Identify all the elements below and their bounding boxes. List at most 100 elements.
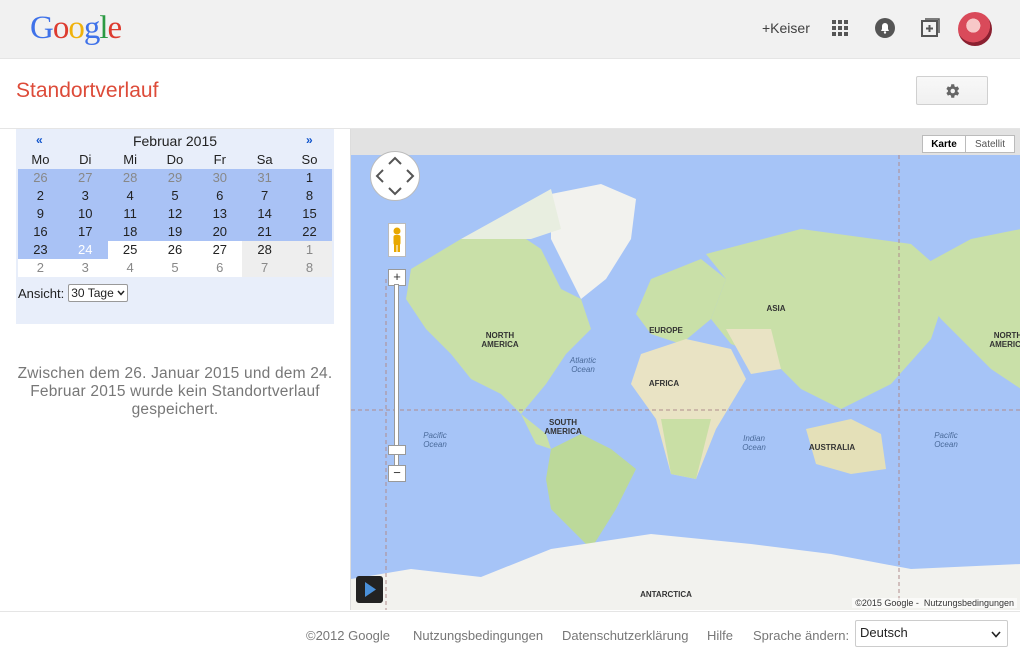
calendar-day[interactable]: 3 (63, 187, 108, 205)
play-button[interactable] (356, 576, 383, 603)
calendar-grid: Mo Di Mi Do Fr Sa So 26 27 28 29 30 31 1… (18, 151, 332, 277)
label-north-america: NORTH AMERICA (481, 331, 519, 349)
calendar-day[interactable]: 7 (242, 187, 287, 205)
calendar-day[interactable]: 26 (152, 241, 198, 259)
footer-privacy-link[interactable]: Datenschutzerklärung (562, 628, 688, 643)
logo-letter: o (52, 10, 69, 46)
calendar-day[interactable]: 16 (18, 223, 63, 241)
weekday-label: So (301, 152, 318, 167)
calendar-day[interactable]: 6 (197, 187, 242, 205)
calendar-day[interactable]: 20 (197, 223, 242, 241)
calendar-week-row: 9 10 11 12 13 14 15 (18, 205, 332, 223)
pan-arrows-icon (375, 156, 415, 196)
calendar-day[interactable]: 4 (107, 259, 153, 277)
label-pacific-ocean-left: Pacific Ocean (423, 431, 447, 449)
calendar-day[interactable]: 2 (18, 259, 63, 277)
logo-letter: G (30, 10, 54, 46)
notifications-bell-icon[interactable] (873, 16, 897, 40)
logo-letter: e (107, 10, 123, 46)
calendar-day[interactable]: 25 (107, 241, 153, 259)
label-europe: EUROPE (649, 326, 683, 335)
footer-help-link[interactable]: Hilfe (707, 628, 733, 643)
footer-copyright: ©2012 Google (306, 628, 391, 643)
language-select[interactable]: Deutsch (855, 620, 1008, 647)
view-range-value: 30 Tage (71, 286, 114, 300)
avatar[interactable] (958, 12, 992, 46)
map-copyright: ©2015 Google - (855, 598, 919, 608)
no-history-message: Zwischen dem 26. Januar 2015 und dem 24.… (17, 365, 333, 418)
map-terms-link[interactable]: Nutzungsbedingungen (924, 598, 1014, 608)
view-range-select[interactable]: 30 Tage (68, 284, 128, 302)
calendar-day[interactable]: 17 (63, 223, 108, 241)
calendar-day[interactable]: 8 (287, 259, 332, 277)
calendar-day[interactable]: 23 (18, 241, 63, 259)
apps-grid-icon[interactable] (828, 16, 852, 40)
weekday-label: Fr (213, 152, 226, 167)
calendar-day[interactable]: 22 (287, 223, 332, 241)
page-title: Standortverlauf (16, 79, 159, 102)
footer: ©2012 Google Nutzungsbedingungen Datensc… (0, 611, 1020, 659)
left-panel: « Februar 2015 » Mo Di Mi Do Fr Sa So 26… (0, 129, 350, 610)
calendar-day[interactable]: 28 (242, 241, 288, 259)
calendar-day[interactable]: 18 (108, 223, 153, 241)
label-south-america: SOUTH AMERICA (544, 418, 582, 436)
logo-letter: o (68, 10, 84, 46)
calendar-day[interactable]: 13 (197, 205, 242, 223)
calendar-day[interactable]: 11 (108, 205, 153, 223)
weekday-row: Mo Di Mi Do Fr Sa So (18, 151, 332, 169)
zoom-out-button[interactable]: − (388, 465, 406, 482)
label-atlantic-ocean: Atlantic Ocean (569, 356, 597, 374)
map-type-bar (351, 129, 1020, 155)
label-asia: ASIA (766, 304, 786, 313)
calendar-day[interactable]: 29 (153, 169, 198, 187)
map-type-karte-button[interactable]: Karte (922, 135, 966, 153)
footer-language-label: Sprache ändern: (753, 628, 850, 643)
google-logo[interactable]: Google (30, 10, 123, 47)
label-indian-ocean: Indian Ocean (742, 434, 766, 452)
calendar-day[interactable]: 30 (197, 169, 242, 187)
calendar-day[interactable]: 2 (18, 187, 63, 205)
settings-button[interactable] (916, 76, 988, 105)
calendar-day[interactable]: 10 (63, 205, 108, 223)
calendar-day[interactable]: 1 (287, 169, 332, 187)
calendar-day[interactable]: 6 (197, 259, 243, 277)
calendar-day[interactable]: 5 (152, 259, 198, 277)
street-view-pegman-icon[interactable] (388, 223, 406, 257)
calendar-day[interactable]: 21 (242, 223, 287, 241)
calendar-day[interactable]: 26 (18, 169, 63, 187)
calendar-day[interactable]: 1 (287, 241, 332, 259)
weekday-label: Sa (256, 152, 273, 167)
add-share-icon[interactable] (918, 16, 942, 40)
calendar-day[interactable]: 15 (287, 205, 332, 223)
calendar-day[interactable]: 19 (153, 223, 198, 241)
map[interactable]: Karte Satellit + − NORTH AMERICA NORTH A… (350, 129, 1020, 610)
label-north-america-right: NORTH AMERICA (989, 331, 1020, 349)
zoom-slider-track[interactable] (394, 284, 399, 466)
calendar-day-today[interactable]: 24 (62, 241, 108, 259)
calendar-day[interactable]: 8 (287, 187, 332, 205)
calendar-day[interactable]: 3 (62, 259, 108, 277)
calendar-day[interactable]: 4 (108, 187, 153, 205)
calendar-day[interactable]: 27 (197, 241, 243, 259)
calendar-header: « Februar 2015 » (16, 133, 334, 151)
calendar-day[interactable]: 12 (153, 205, 198, 223)
calendar-day[interactable]: 7 (242, 259, 288, 277)
zoom-slider-handle[interactable] (388, 445, 406, 455)
map-type-satellit-button[interactable]: Satellit (965, 135, 1015, 153)
calendar-day[interactable]: 14 (242, 205, 287, 223)
next-month-button[interactable]: » (306, 133, 313, 147)
calendar-day[interactable]: 28 (108, 169, 153, 187)
calendar-week-row: 23 24 25 26 27 28 1 (18, 241, 332, 259)
pan-control[interactable] (370, 151, 420, 201)
user-profile-link[interactable]: +Keiser (762, 20, 810, 36)
calendar-week-row: 16 17 18 19 20 21 22 (18, 223, 332, 241)
play-icon (365, 582, 376, 597)
view-label: Ansicht: (18, 285, 65, 301)
weekday-label: Do (166, 152, 184, 167)
calendar-day[interactable]: 9 (18, 205, 63, 223)
footer-terms-link[interactable]: Nutzungsbedingungen (413, 628, 543, 643)
calendar-day[interactable]: 27 (63, 169, 108, 187)
calendar-day[interactable]: 5 (153, 187, 198, 205)
calendar-week-row: 2 3 4 5 6 7 8 (18, 187, 332, 205)
calendar-day[interactable]: 31 (242, 169, 287, 187)
